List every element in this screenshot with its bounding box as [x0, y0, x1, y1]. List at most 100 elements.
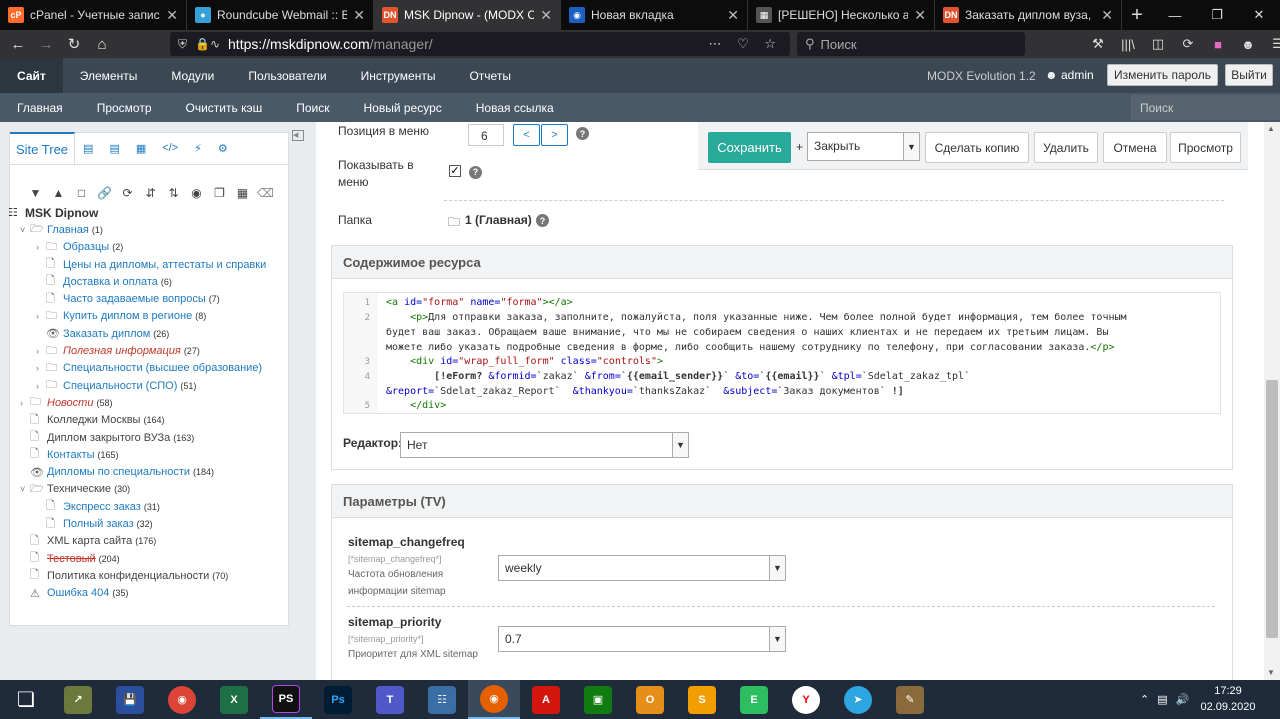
scroll-thumb[interactable] [1266, 380, 1278, 638]
scroll-down-icon[interactable]: ▼ [1267, 668, 1275, 677]
browser-tab[interactable]: DN MSK Dipnow - (MODX CMS ✕ [374, 0, 561, 30]
tree-node[interactable]: ⚠ Ошибка 404 (35) [8, 585, 278, 602]
new-tab-button[interactable]: + [1122, 0, 1152, 30]
network-icon[interactable]: ▤ [1157, 693, 1167, 706]
store-icon[interactable]: ▣ [572, 680, 624, 719]
tree-node[interactable]: 🗋 Диплом закрытого ВУЗа (163) [8, 429, 278, 446]
browser-tab[interactable]: ◉ Новая вкладка ✕ [561, 0, 748, 30]
chevron-icon[interactable]: › [36, 381, 46, 391]
sublime-icon[interactable]: S [676, 680, 728, 719]
tab-snippets-icon[interactable]: </> [154, 132, 186, 164]
close-icon[interactable]: ✕ [540, 7, 552, 24]
chevron-icon[interactable]: › [36, 346, 46, 356]
volume-icon[interactable]: 🔊 [1176, 693, 1190, 706]
cancel-button[interactable]: Отмена [1103, 132, 1167, 163]
new-resource-icon[interactable]: □ [73, 186, 90, 200]
save-button[interactable]: Сохранить [708, 132, 791, 163]
save-app-icon[interactable]: 💾 [104, 680, 156, 719]
menu-position-prev-button[interactable]: < [513, 124, 540, 146]
telegram-icon[interactable]: ➤ [832, 680, 884, 719]
outlook-icon[interactable]: O [624, 680, 676, 719]
tree-node[interactable]: 🗋 Цены на дипломы, аттестаты и справки [8, 256, 278, 273]
maximize-icon[interactable]: ❐ [1196, 0, 1238, 30]
tab-modules-icon[interactable]: ⚙ [210, 132, 236, 164]
tab-site-tree[interactable]: Site Tree [10, 132, 76, 164]
trash-icon[interactable]: ⌫ [257, 186, 274, 200]
close-icon[interactable]: ✕ [166, 7, 178, 24]
app-icon[interactable]: ↗ [52, 680, 104, 719]
address-bar[interactable]: ⛨ 🔒∿ https://mskdipnow.com/manager/ ⋯ ♡ … [170, 32, 790, 56]
sync-icon[interactable]: ⟳ [1175, 32, 1201, 56]
grid-icon[interactable]: ▦ [234, 186, 251, 200]
tree-node[interactable]: › 🗀 Купить диплом в регионе (8) [8, 308, 278, 325]
sidebar-icon[interactable]: ◫ [1145, 32, 1171, 56]
collapse-icon[interactable]: ▲ [50, 186, 67, 200]
tree-node[interactable]: 👁 Заказать диплом (26) [8, 325, 278, 342]
sort-icon[interactable]: ⇵ [142, 186, 159, 200]
page-scrollbar[interactable]: ▲ ▼ [1264, 122, 1280, 680]
tree-node[interactable]: 🗋 Доставка и оплата (6) [8, 273, 278, 290]
tab-templates-icon[interactable]: ▤ [75, 132, 101, 164]
chevron-icon[interactable]: ˅ [20, 484, 30, 494]
tree-node[interactable]: 🗋 Часто задаваемые вопросы (7) [8, 290, 278, 307]
minimize-icon[interactable]: — [1154, 0, 1196, 30]
submenu-item[interactable]: Очистить кэш [169, 101, 280, 115]
after-save-select[interactable]: Закрыть ▼ [807, 132, 920, 161]
user-name[interactable]: ☻ admin [1045, 68, 1094, 82]
tree-node[interactable]: 🗋 Контакты (165) [8, 446, 278, 463]
tree-node[interactable]: › 🗀 Полезная информация (27) [8, 342, 278, 359]
paint-icon[interactable]: ✎ [884, 680, 936, 719]
tree-node[interactable]: › 🗀 Новости (58) [8, 394, 278, 411]
tree-root[interactable]: ☷ MSK Dipnow [8, 204, 278, 221]
collapse-pane-icon[interactable]: ◀ [292, 130, 304, 141]
tab-chunks-icon[interactable]: ▦ [128, 132, 154, 164]
copy-icon[interactable]: ❐ [211, 186, 228, 200]
acrobat-icon[interactable]: A [520, 680, 572, 719]
delete-button[interactable]: Удалить [1034, 132, 1098, 163]
system-clock[interactable]: 17:29 02.09.2020 [1196, 683, 1260, 715]
tree-node[interactable]: 🗋 XML карта сайта (176) [8, 533, 278, 550]
menu-item[interactable]: Модули [154, 58, 231, 93]
chrome-icon[interactable]: ◉ [156, 680, 208, 719]
home-icon[interactable]: ⌂ [88, 32, 116, 56]
close-icon[interactable]: ✕ [1101, 7, 1113, 24]
menu-item[interactable]: Пользователи [231, 58, 343, 93]
yandex-icon[interactable]: Y [780, 680, 832, 719]
refresh-icon[interactable]: ⟳ [119, 186, 136, 200]
windows-start-icon[interactable]: ❏ [0, 680, 52, 719]
menu-item[interactable]: Инструменты [344, 58, 453, 93]
reload-icon[interactable]: ↻ [60, 32, 88, 56]
teams-icon[interactable]: T [364, 680, 416, 719]
tree-node[interactable]: 🗋 Полный заказ (32) [8, 515, 278, 532]
browser-tab[interactable]: ▦ [РЕШЕНО] Несколько аякс ✕ [748, 0, 935, 30]
preview-button[interactable]: Просмотр [1170, 132, 1241, 163]
help-icon[interactable]: ? [536, 214, 549, 227]
tab-plugins-icon[interactable]: ⚡ [186, 132, 210, 164]
tab-tvs-icon[interactable]: ▤ [101, 132, 127, 164]
browser-search-input[interactable]: ⚲ Поиск [797, 32, 1025, 56]
chevron-icon[interactable]: › [36, 311, 46, 321]
close-icon[interactable]: ✕ [727, 7, 739, 24]
browser-tab[interactable]: DN Заказать диплом вуза, ко ✕ [935, 0, 1122, 30]
bookmark-star-icon[interactable]: ⋯ ♡ ☆ [708, 36, 782, 52]
duplicate-button[interactable]: Сделать копию [925, 132, 1029, 163]
menu-icon[interactable]: ☰ [1265, 32, 1280, 56]
editor-select[interactable]: Нет ▼ [400, 432, 689, 458]
menu-item[interactable]: Отчеты [452, 58, 527, 93]
chevron-up-icon[interactable]: ⌃ [1140, 693, 1149, 706]
extension-icon[interactable]: ■ [1205, 32, 1231, 56]
camera-icon[interactable]: ◉ [188, 186, 205, 200]
submenu-item[interactable]: Новая ссылка [459, 101, 571, 115]
logout-button[interactable]: Выйти [1225, 64, 1273, 86]
parent-folder-value[interactable]: 1 (Главная) [465, 213, 532, 227]
close-icon[interactable]: ✕ [353, 7, 365, 24]
menu-item[interactable]: Сайт [0, 58, 63, 93]
submenu-item[interactable]: Главная [0, 101, 80, 115]
tools-icon[interactable]: ⚒ [1085, 32, 1111, 56]
phpstorm-icon[interactable]: PS [260, 680, 312, 719]
library-icon[interactable]: |||\ [1115, 32, 1141, 56]
chevron-icon[interactable]: ˅ [20, 225, 30, 235]
priority-select[interactable]: 0.7 ▼ [498, 626, 786, 652]
change-password-button[interactable]: Изменить пароль [1107, 64, 1218, 86]
submenu-item[interactable]: Просмотр [80, 101, 169, 115]
